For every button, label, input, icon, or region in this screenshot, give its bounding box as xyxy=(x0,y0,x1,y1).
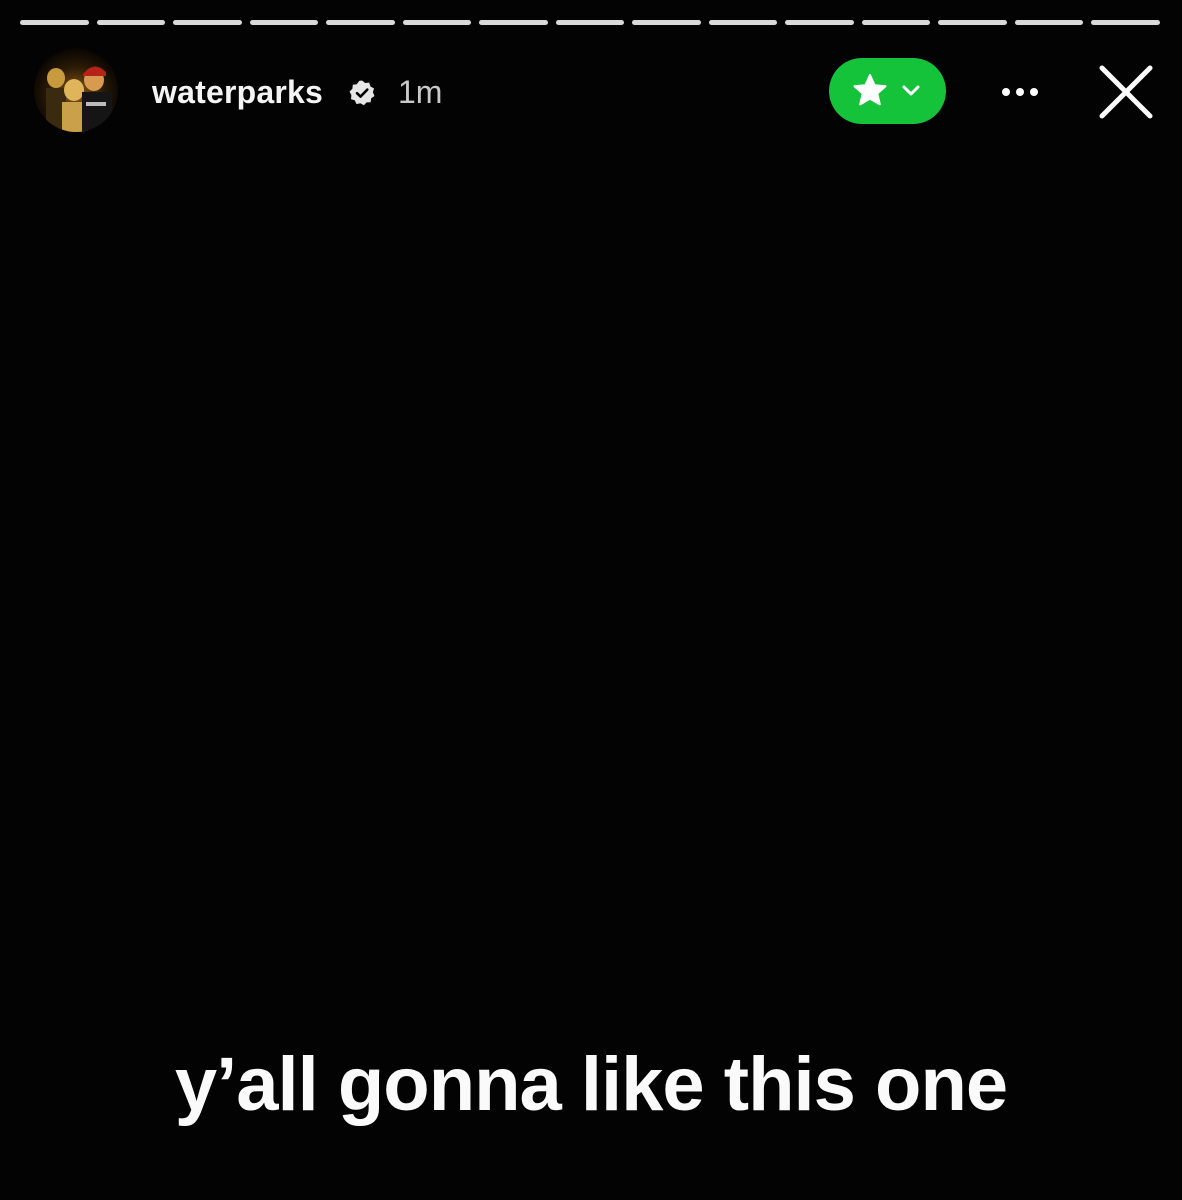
story-progress-segment xyxy=(173,20,242,25)
story-progress-segment xyxy=(632,20,701,25)
story-progress-bar xyxy=(20,20,1160,25)
story-progress-segment xyxy=(708,20,778,25)
more-horizontal-icon[interactable] xyxy=(994,72,1046,112)
close-icon[interactable] xyxy=(1096,62,1156,122)
profile-avatar[interactable] xyxy=(34,48,118,132)
story-progress-segment xyxy=(785,20,854,25)
story-progress-segment xyxy=(402,20,472,25)
story-timestamp: 1m xyxy=(398,74,443,110)
story-progress-segment xyxy=(20,20,89,25)
close-friends-button[interactable] xyxy=(829,58,946,124)
story-progress-segment xyxy=(938,20,1007,25)
story-caption: y’all gonna like this one xyxy=(174,1042,1008,1127)
story-progress-segment xyxy=(326,20,395,25)
story-progress-segment xyxy=(249,20,319,25)
chevron-down-icon xyxy=(902,85,920,96)
story-progress-segment xyxy=(1014,20,1084,25)
avatar-photo xyxy=(34,48,118,132)
star-icon xyxy=(853,74,887,106)
story-progress-segment xyxy=(1091,20,1160,25)
story-progress-segment xyxy=(861,20,931,25)
story-progress-segment xyxy=(479,20,548,25)
username[interactable]: waterparks xyxy=(152,72,323,112)
story-viewer[interactable]: waterparks 1m y’all gonna like this one xyxy=(0,0,1182,1200)
story-progress-segment xyxy=(96,20,166,25)
story-header: waterparks 1m xyxy=(34,48,1156,134)
story-progress-segment xyxy=(555,20,625,25)
verified-badge-icon xyxy=(349,80,375,106)
